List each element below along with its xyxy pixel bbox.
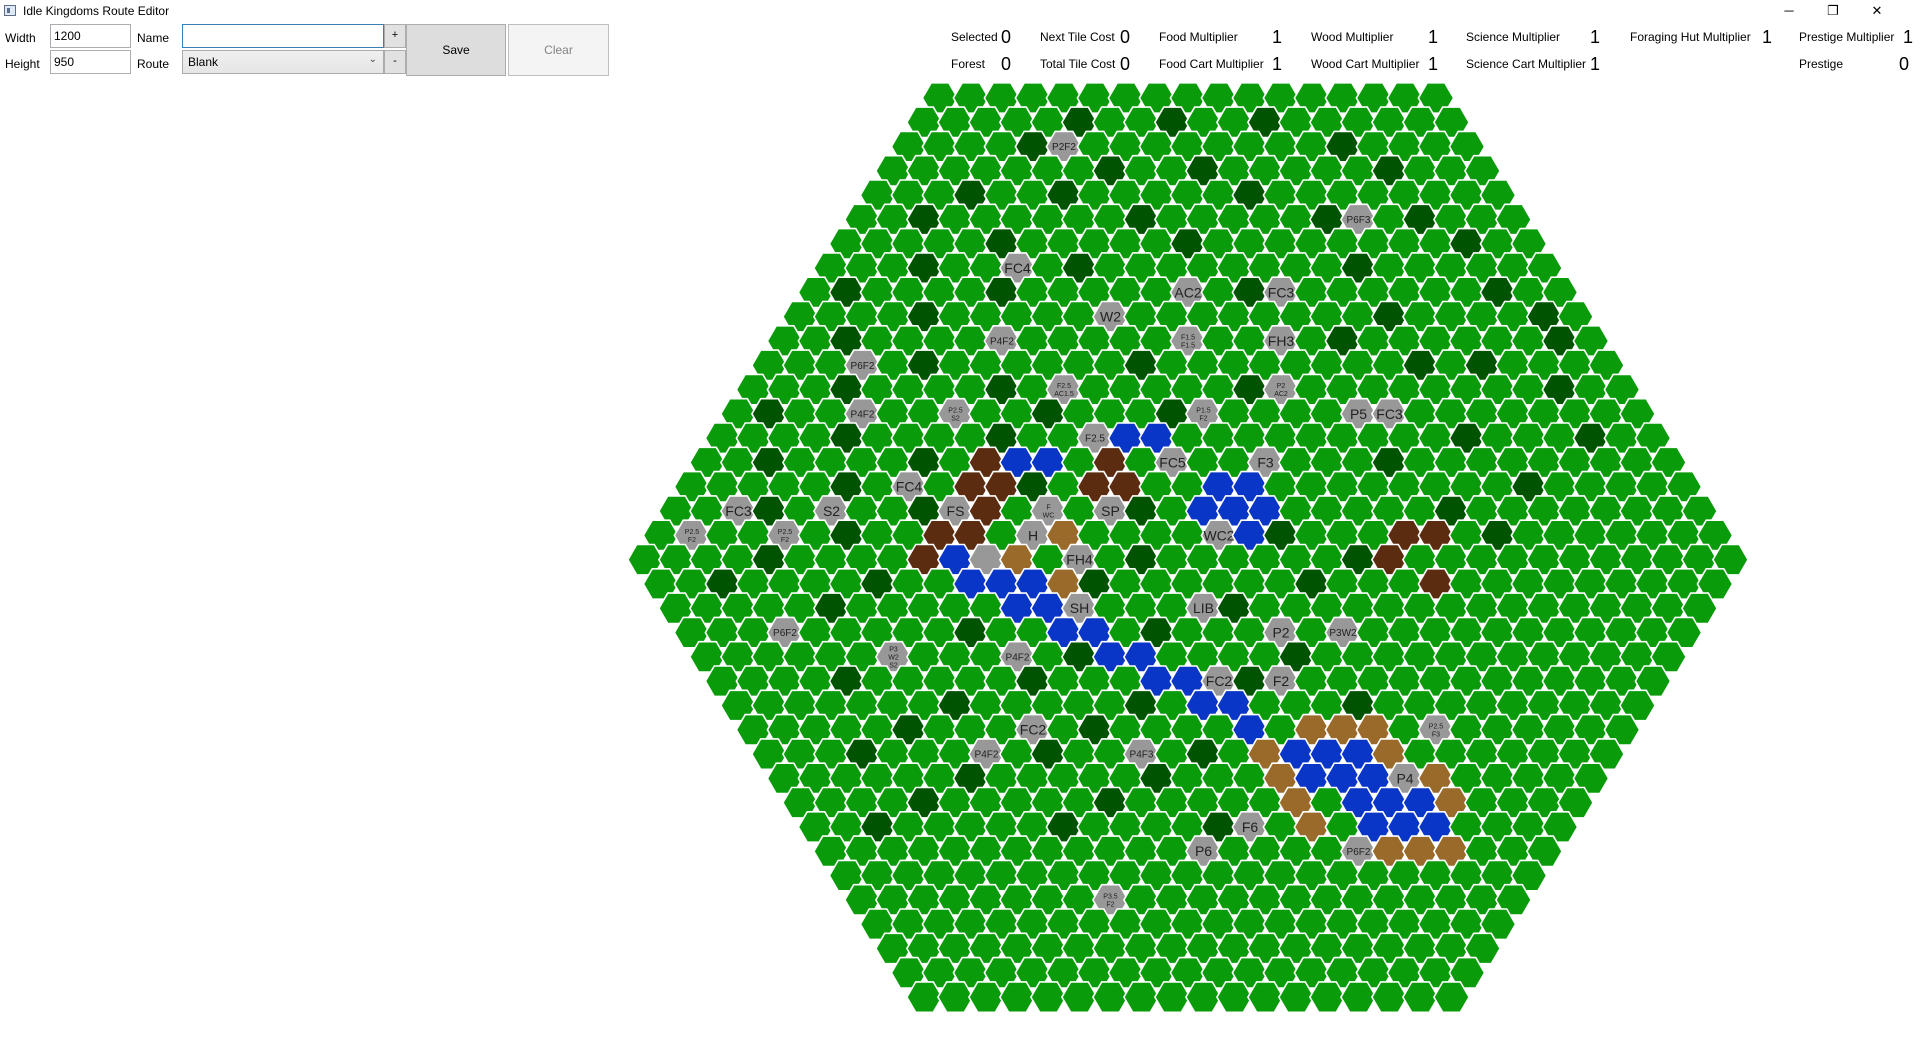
tile-label: F2: [1106, 901, 1114, 908]
tile-label: FS: [947, 503, 965, 519]
tile-label: P4: [1396, 770, 1413, 786]
grass-tile[interactable]: [1153, 981, 1192, 1014]
grass-tile[interactable]: [1184, 981, 1223, 1014]
tile-label: S2: [951, 415, 960, 422]
hex-map[interactable]: P2F2P6F3FC4AC2 FC3W2P4F2 F1.5F1.5 FH3P6F2F2…: [0, 0, 1920, 1040]
tile-label: WC2: [1203, 527, 1234, 543]
tile-label: P2.5: [948, 407, 963, 414]
tile-label: F6: [1242, 819, 1259, 835]
tile-label: F1.5: [1181, 342, 1195, 349]
grass-tile[interactable]: [1246, 981, 1285, 1014]
grass-tile[interactable]: [1277, 981, 1316, 1014]
tile-label: FC3: [725, 503, 752, 519]
grass-tile[interactable]: [1432, 981, 1471, 1014]
tile-label: AC2: [1274, 391, 1288, 398]
grass-tile[interactable]: [1308, 981, 1347, 1014]
tile-label: P6F2: [1347, 847, 1371, 858]
tile-label: P2: [1277, 383, 1286, 390]
grass-tile[interactable]: [1060, 981, 1099, 1014]
tile-label: P3W2: [1329, 628, 1357, 639]
tile-label: P4F2: [975, 750, 999, 761]
tile-label: P3.5: [1103, 893, 1118, 900]
grass-tile[interactable]: [1370, 981, 1409, 1014]
tile-label: P1.5: [1196, 407, 1211, 414]
tile-label: F2.5: [1057, 383, 1071, 390]
tile-label: LIB: [1193, 600, 1214, 616]
tile-label: F2: [781, 537, 789, 544]
tile-label: P6: [1195, 843, 1212, 859]
tile-label: F2: [688, 537, 696, 544]
grass-tile[interactable]: [936, 981, 975, 1014]
grass-tile[interactable]: [905, 981, 944, 1014]
grass-tile[interactable]: [1401, 981, 1440, 1014]
tile-label: F3: [1257, 454, 1274, 470]
tile-label: P4F2: [851, 409, 875, 420]
tile-label: P6F2: [773, 628, 797, 639]
tile-label: FC4: [1004, 260, 1031, 276]
tile-label: F2: [1273, 673, 1290, 689]
tile-label: FC4: [896, 479, 923, 495]
tile-label: P2: [1272, 625, 1289, 641]
tile-label: H: [1028, 527, 1038, 543]
grass-tile[interactable]: [1122, 981, 1161, 1014]
tile-label: P4F2: [990, 337, 1014, 348]
grass-tile[interactable]: [998, 981, 1037, 1014]
tile-label: AC1.5: [1054, 391, 1074, 398]
tile-label: F2: [1199, 415, 1207, 422]
tile-label: W2: [1100, 309, 1121, 325]
tile-label: W2: [888, 654, 899, 661]
tile-label: FH3: [1268, 333, 1295, 349]
grass-tile[interactable]: [1339, 981, 1378, 1014]
tile-label: FC2: [1020, 722, 1047, 738]
tile-label: AC2: [1174, 284, 1201, 300]
tile-label: P5: [1350, 406, 1367, 422]
tile-label: P2F2: [1052, 142, 1076, 153]
tile-label: P2.5: [778, 529, 793, 536]
tile-label: F1.5: [1181, 334, 1195, 341]
tile-label: P3: [889, 646, 898, 653]
tile-label: S2: [823, 503, 840, 519]
tile-label: P2.5: [685, 529, 700, 536]
grass-tile[interactable]: [1029, 981, 1068, 1014]
tile-label: P6F2: [851, 361, 875, 372]
tile-label: FC5: [1159, 454, 1186, 470]
tile-label: FC3: [1268, 284, 1295, 300]
grass-tile[interactable]: [967, 981, 1006, 1014]
tile-label: F3: [1432, 731, 1440, 738]
tile-label: P2.5: [1429, 723, 1444, 730]
tile-label: SH: [1070, 600, 1089, 616]
tile-label: FH4: [1066, 552, 1093, 568]
tile-label: FC2: [1206, 673, 1233, 689]
tile-label: F2.5: [1085, 434, 1105, 445]
grass-tile[interactable]: [1091, 981, 1130, 1014]
tile-label: FC3: [1376, 406, 1403, 422]
tile-label: F: [1046, 505, 1050, 512]
tile-label: P6F3: [1347, 215, 1371, 226]
tile-label: P4F2: [1006, 652, 1030, 663]
tile-label: S2: [889, 662, 898, 669]
tile-label: P4F3: [1130, 750, 1154, 761]
tile-label: WC: [1043, 513, 1055, 520]
tile-label: SP: [1101, 503, 1120, 519]
grass-tile[interactable]: [1215, 981, 1254, 1014]
